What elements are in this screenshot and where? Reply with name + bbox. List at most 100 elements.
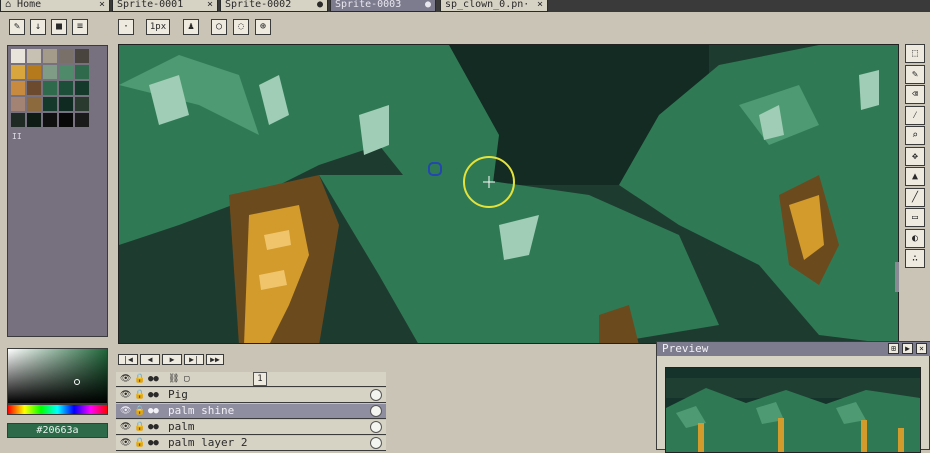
- eyedropper-icon[interactable]: ⁄: [905, 105, 925, 125]
- palette-swatch[interactable]: [59, 65, 73, 79]
- save-icon[interactable]: ■: [51, 19, 67, 35]
- cel-icon[interactable]: [370, 405, 382, 417]
- brush-size-field[interactable]: 1px: [146, 19, 170, 35]
- jungle-artwork: [119, 45, 898, 343]
- layer-row[interactable]: 👁 🔒 ●● Pig: [116, 388, 386, 403]
- palette-swatch[interactable]: [43, 81, 57, 95]
- palette-swatch[interactable]: [27, 97, 41, 111]
- zoom-icon[interactable]: ⌕: [905, 126, 925, 145]
- palette-swatch[interactable]: [11, 97, 25, 111]
- tab-home[interactable]: ⌂ Home ×: [0, 0, 110, 12]
- continuous-icon[interactable]: ●●: [148, 405, 159, 417]
- palette-swatch[interactable]: [43, 49, 57, 63]
- palette-swatch[interactable]: [75, 113, 89, 127]
- cel-icon[interactable]: [370, 437, 382, 449]
- visibility-icon[interactable]: 👁: [120, 421, 131, 433]
- lock-icon[interactable]: 🔒: [134, 389, 145, 401]
- first-frame-icon[interactable]: |◀: [118, 354, 138, 365]
- palette-swatch[interactable]: [59, 49, 73, 63]
- last-frame-icon[interactable]: ▶▶: [206, 354, 224, 365]
- palette-swatch[interactable]: [11, 81, 25, 95]
- brush-mode-icon[interactable]: ·: [118, 19, 134, 35]
- visibility-icon[interactable]: 👁: [120, 373, 131, 385]
- contour-icon[interactable]: ◌: [233, 19, 249, 35]
- layer-name: palm layer 2: [168, 436, 248, 449]
- tab-sprite-0001[interactable]: Sprite-0001 ×: [112, 0, 218, 12]
- color-picker-field[interactable]: [7, 348, 108, 404]
- layer-group-icon[interactable]: ▢: [184, 373, 189, 385]
- rect-marquee-icon[interactable]: ⬚: [905, 44, 925, 63]
- move-icon[interactable]: ✥: [905, 146, 925, 166]
- eraser-icon[interactable]: ⌫: [905, 85, 925, 104]
- palette-swatch[interactable]: [75, 65, 89, 79]
- palette-swatch[interactable]: [75, 49, 89, 63]
- palette-swatch[interactable]: [11, 65, 25, 79]
- menu-icon[interactable]: ≡: [72, 19, 88, 35]
- close-icon[interactable]: ×: [916, 343, 927, 354]
- palette-swatch[interactable]: [27, 81, 41, 95]
- play-icon[interactable]: ▶: [902, 343, 913, 354]
- layer-row[interactable]: 👁 🔒 ●● palm layer 2: [116, 436, 386, 451]
- tab-sprite-0003[interactable]: Sprite-0003 ●: [330, 0, 436, 12]
- hex-color-field[interactable]: #20663a: [7, 423, 108, 438]
- link-icon[interactable]: ⛓: [168, 373, 179, 385]
- palette-swatch[interactable]: [43, 97, 57, 111]
- continuous-icon[interactable]: ●●: [148, 421, 159, 433]
- palette-swatch[interactable]: [11, 113, 25, 127]
- lock-icon[interactable]: 🔒: [134, 421, 145, 433]
- layer-row[interactable]: 👁 🔒 ●● palm: [116, 420, 386, 435]
- sprite-canvas[interactable]: [118, 44, 899, 344]
- cel-icon[interactable]: [370, 389, 382, 401]
- transform-icon[interactable]: ⊕: [255, 19, 271, 35]
- download-icon[interactable]: ↓: [30, 19, 46, 35]
- palette-swatch[interactable]: [43, 65, 57, 79]
- layers-header: 👁 🔒 ●● ⛓ ▢ 1: [116, 372, 386, 387]
- palette-swatch[interactable]: [43, 113, 57, 127]
- continuous-icon[interactable]: ●●: [148, 373, 159, 385]
- palette-swatch[interactable]: [27, 49, 41, 63]
- paint-bucket-icon[interactable]: ▲: [905, 167, 925, 186]
- continuous-icon[interactable]: ●●: [148, 437, 159, 449]
- palette-swatch[interactable]: [59, 113, 73, 127]
- palette-panel: II: [7, 45, 108, 337]
- visibility-icon[interactable]: 👁: [120, 405, 131, 417]
- prev-frame-icon[interactable]: ◀: [140, 354, 160, 365]
- cel-icon[interactable]: [370, 421, 382, 433]
- next-frame-icon[interactable]: ▶|: [184, 354, 204, 365]
- play-icon[interactable]: ▶: [162, 354, 182, 365]
- close-icon[interactable]: ×: [537, 0, 543, 10]
- layer-row[interactable]: 👁 🔒 ●● palm shine: [116, 404, 386, 419]
- pencil-icon[interactable]: ✎: [9, 19, 25, 35]
- line-icon[interactable]: ╱: [905, 187, 925, 207]
- palette-swatch[interactable]: [75, 81, 89, 95]
- hue-slider[interactable]: [7, 404, 108, 415]
- palette-swatch[interactable]: [27, 113, 41, 127]
- pencil-icon[interactable]: ✎: [905, 64, 925, 84]
- tab-label: Sprite-0001: [117, 0, 184, 10]
- visibility-icon[interactable]: 👁: [120, 437, 131, 449]
- close-icon[interactable]: ×: [207, 0, 213, 10]
- palette-swatch[interactable]: [75, 97, 89, 111]
- lock-icon[interactable]: 🔒: [134, 405, 145, 417]
- canvas-scrollbar[interactable]: [895, 262, 899, 292]
- pixel-perfect-icon[interactable]: ○: [211, 19, 227, 35]
- tab-sp-clown[interactable]: sp_clown_0.pn· ×: [440, 0, 548, 12]
- palette-swatch[interactable]: [27, 65, 41, 79]
- palette-swatch[interactable]: [59, 81, 73, 95]
- spray-icon[interactable]: ∴: [905, 249, 925, 268]
- continuous-icon[interactable]: ●●: [148, 389, 159, 401]
- modified-dot-icon[interactable]: ●: [425, 0, 431, 10]
- visibility-icon[interactable]: 👁: [120, 389, 131, 401]
- center-icon[interactable]: ⊞: [888, 343, 899, 354]
- frame-number[interactable]: 1: [253, 372, 267, 386]
- lock-icon[interactable]: 🔒: [134, 373, 145, 385]
- modified-dot-icon[interactable]: ●: [317, 0, 323, 10]
- palette-swatch[interactable]: [59, 97, 73, 111]
- ellipse-icon[interactable]: ◐: [905, 228, 925, 248]
- palette-swatch[interactable]: [11, 49, 25, 63]
- close-icon[interactable]: ×: [99, 0, 105, 10]
- tab-sprite-0002[interactable]: Sprite-0002 ●: [220, 0, 328, 12]
- rectangle-icon[interactable]: ▭: [905, 208, 925, 227]
- lock-icon[interactable]: 🔒: [134, 437, 145, 449]
- ink-icon[interactable]: ♟: [183, 19, 199, 35]
